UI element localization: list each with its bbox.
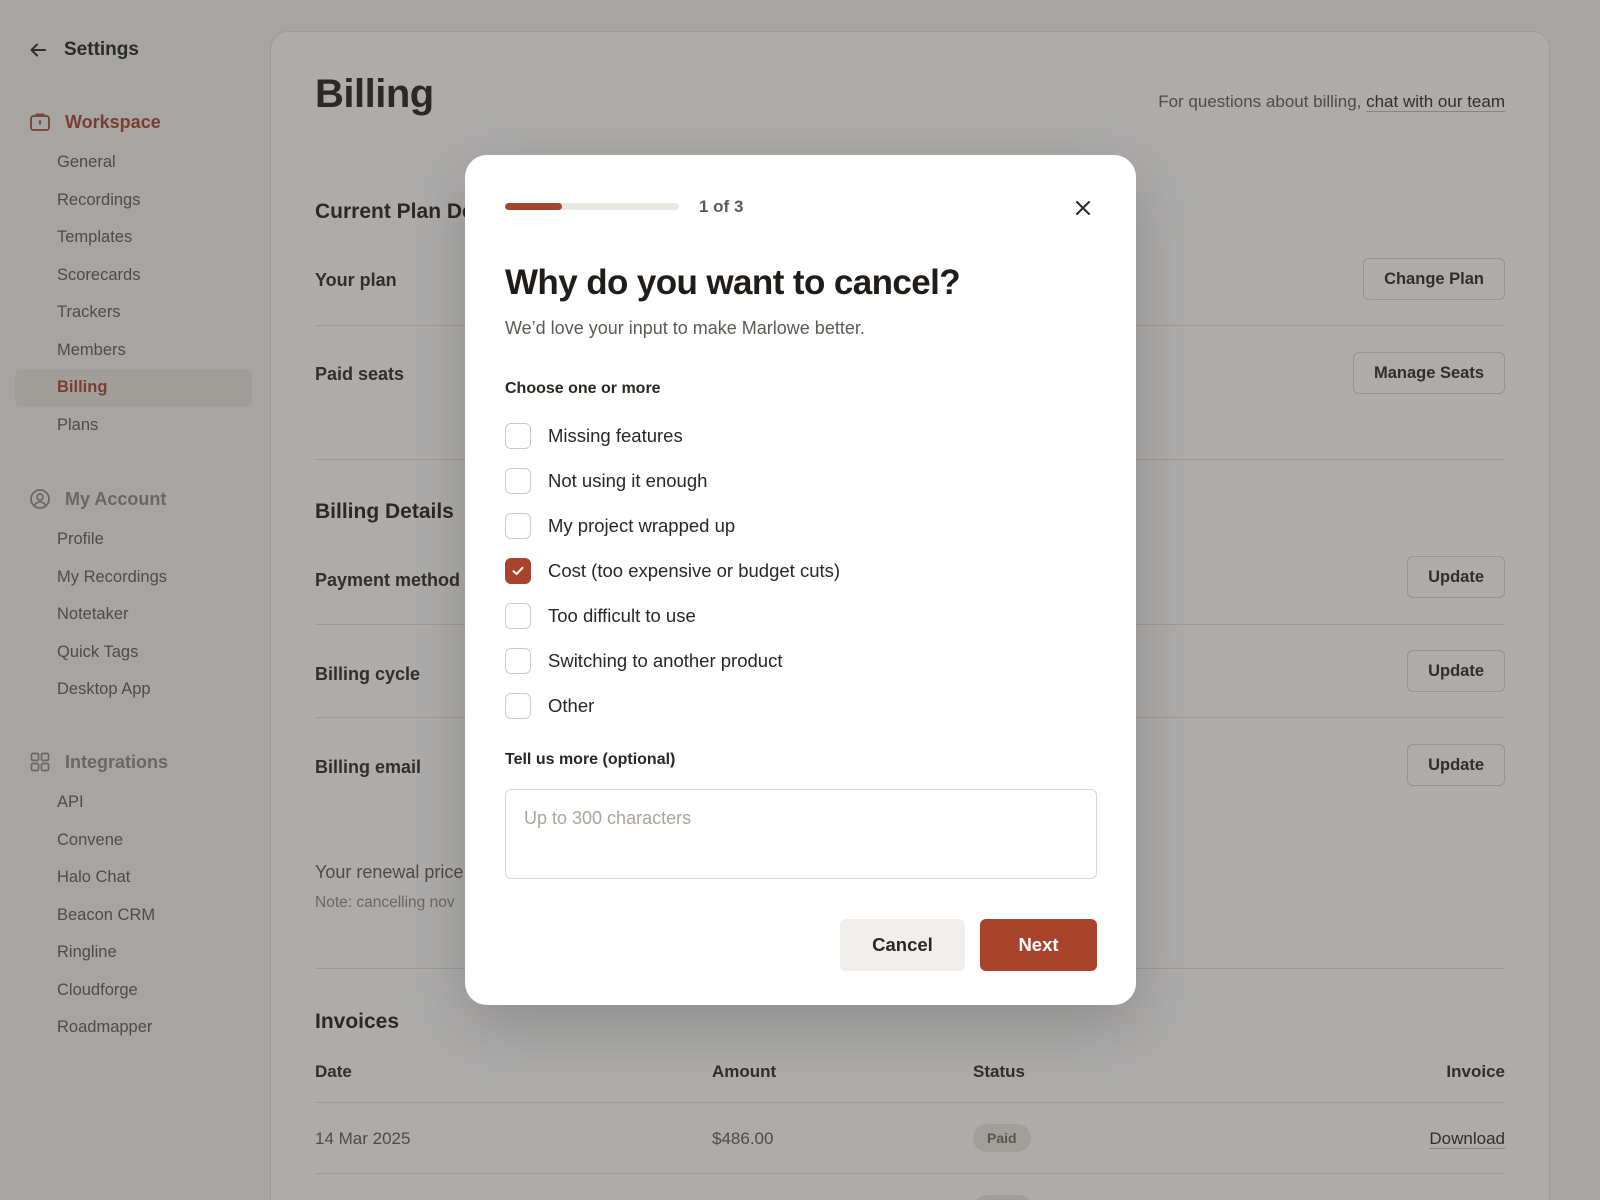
- close-button[interactable]: [1066, 191, 1100, 225]
- option-label: Other: [548, 694, 595, 716]
- reason-option-cost[interactable]: Cost (too expensive or budget cuts): [505, 548, 840, 593]
- tell-us-more-label: Tell us more (optional): [505, 751, 676, 768]
- progress-fill: [505, 203, 563, 210]
- reason-option-switching[interactable]: Switching to another product: [505, 638, 840, 683]
- close-icon: [1076, 201, 1090, 215]
- option-label: My project wrapped up: [548, 514, 736, 536]
- reason-options: Missing features Not using it enough My …: [505, 413, 840, 728]
- option-label: Switching to another product: [548, 649, 783, 671]
- checkbox[interactable]: [505, 557, 531, 584]
- next-button[interactable]: Next: [980, 919, 1097, 971]
- modal-title: Why do you want to cancel?: [505, 263, 961, 302]
- option-label: Cost (too expensive or budget cuts): [548, 559, 841, 581]
- checkbox[interactable]: [505, 647, 531, 674]
- step-progress-bar: [505, 203, 679, 210]
- feedback-textarea[interactable]: [505, 789, 1097, 879]
- step-indicator: 1 of 3: [699, 197, 744, 216]
- cancel-button[interactable]: Cancel: [840, 919, 965, 971]
- checkbox[interactable]: [505, 467, 531, 494]
- reason-option-missing-features[interactable]: Missing features: [505, 413, 840, 458]
- checkbox[interactable]: [505, 422, 531, 449]
- checkbox[interactable]: [505, 512, 531, 539]
- modal-subtitle: We’d love your input to make Marlowe bet…: [505, 318, 865, 338]
- checkbox[interactable]: [505, 692, 531, 719]
- app-root: Settings Workspace General Recordings Te…: [0, 0, 1600, 1200]
- checkbox[interactable]: [505, 602, 531, 629]
- reason-option-not-using[interactable]: Not using it enough: [505, 458, 840, 503]
- cancel-survey-modal: 1 of 3 Why do you want to cancel? We’d l…: [465, 155, 1136, 1005]
- option-label: Missing features: [548, 424, 683, 446]
- reason-option-too-difficult[interactable]: Too difficult to use: [505, 593, 840, 638]
- reason-option-project-wrapped[interactable]: My project wrapped up: [505, 503, 840, 548]
- option-label: Too difficult to use: [548, 604, 696, 626]
- reason-option-other[interactable]: Other: [505, 683, 840, 728]
- option-label: Not using it enough: [548, 469, 708, 491]
- check-icon: [512, 566, 524, 575]
- choose-label: Choose one or more: [505, 380, 661, 397]
